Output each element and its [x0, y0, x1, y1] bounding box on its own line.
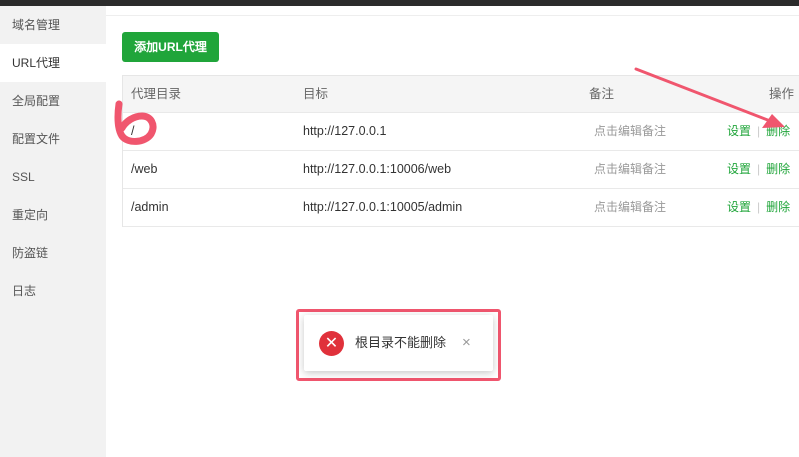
- error-icon: ✕: [319, 331, 344, 356]
- delete-link[interactable]: 删除: [766, 124, 790, 138]
- table-header: 代理目录 目标 备注 操作: [123, 76, 799, 113]
- row-target: http://127.0.0.1: [303, 124, 387, 138]
- row-target: http://127.0.0.1:10005/admin: [303, 200, 463, 214]
- settings-link[interactable]: 设置: [727, 124, 751, 138]
- sidebar-item-domain-management[interactable]: 域名管理: [0, 6, 106, 44]
- row-operations: 设置 | 删除: [727, 113, 790, 150]
- table-row: / http://127.0.0.1 点击编辑备注 设置 | 删除: [123, 113, 799, 151]
- row-proxy-dir: /: [131, 124, 135, 138]
- row-proxy-dir: /web: [131, 162, 158, 176]
- table-row: /web http://127.0.0.1:10006/web 点击编辑备注 设…: [123, 151, 799, 189]
- row-target: http://127.0.0.1:10006/web: [303, 162, 452, 176]
- row-note-edit[interactable]: 点击编辑备注: [594, 151, 666, 188]
- row-note-edit[interactable]: 点击编辑备注: [594, 189, 666, 226]
- delete-link[interactable]: 删除: [766, 200, 790, 214]
- annotation-overlay: [114, 67, 785, 145]
- row-operations: 设置 | 删除: [727, 151, 790, 188]
- add-url-proxy-button[interactable]: 添加URL代理: [122, 32, 219, 62]
- sidebar-item-hotlink-protection[interactable]: 防盗链: [0, 234, 106, 272]
- sidebar-item-config-file[interactable]: 配置文件: [0, 120, 106, 158]
- ops-separator: |: [757, 124, 761, 138]
- row-operations: 设置 | 删除: [727, 189, 790, 226]
- header-note: 备注: [589, 87, 615, 101]
- row-proxy-dir: /admin: [131, 200, 169, 214]
- delete-link[interactable]: 删除: [766, 162, 790, 176]
- close-icon[interactable]: ×: [462, 315, 471, 371]
- header-operations: 操作: [769, 87, 795, 101]
- error-toast: ✕ 根目录不能删除 ×: [304, 315, 493, 371]
- table-row: /admin http://127.0.0.1:10005/admin 点击编辑…: [123, 189, 799, 227]
- row-note-edit[interactable]: 点击编辑备注: [594, 113, 666, 150]
- header-proxy-dir: 代理目录: [131, 87, 182, 101]
- content-top-divider: [106, 6, 799, 16]
- sidebar-item-logs[interactable]: 日志: [0, 272, 106, 310]
- sidebar-item-url-proxy[interactable]: URL代理: [0, 44, 106, 82]
- sidebar-item-redirect[interactable]: 重定向: [0, 196, 106, 234]
- sidebar: 域名管理 URL代理 全局配置 配置文件 SSL 重定向 防盗链 日志: [0, 6, 106, 457]
- ops-separator: |: [757, 200, 761, 214]
- ops-separator: |: [757, 162, 761, 176]
- toast-message: 根目录不能删除: [355, 335, 447, 350]
- settings-link[interactable]: 设置: [727, 200, 751, 214]
- sidebar-item-ssl[interactable]: SSL: [0, 158, 106, 196]
- sidebar-item-global-config[interactable]: 全局配置: [0, 82, 106, 120]
- settings-link[interactable]: 设置: [727, 162, 751, 176]
- proxy-table: 代理目录 目标 备注 操作 / http://127.0.0.1 点击编辑备注 …: [122, 75, 799, 227]
- header-target: 目标: [303, 87, 329, 101]
